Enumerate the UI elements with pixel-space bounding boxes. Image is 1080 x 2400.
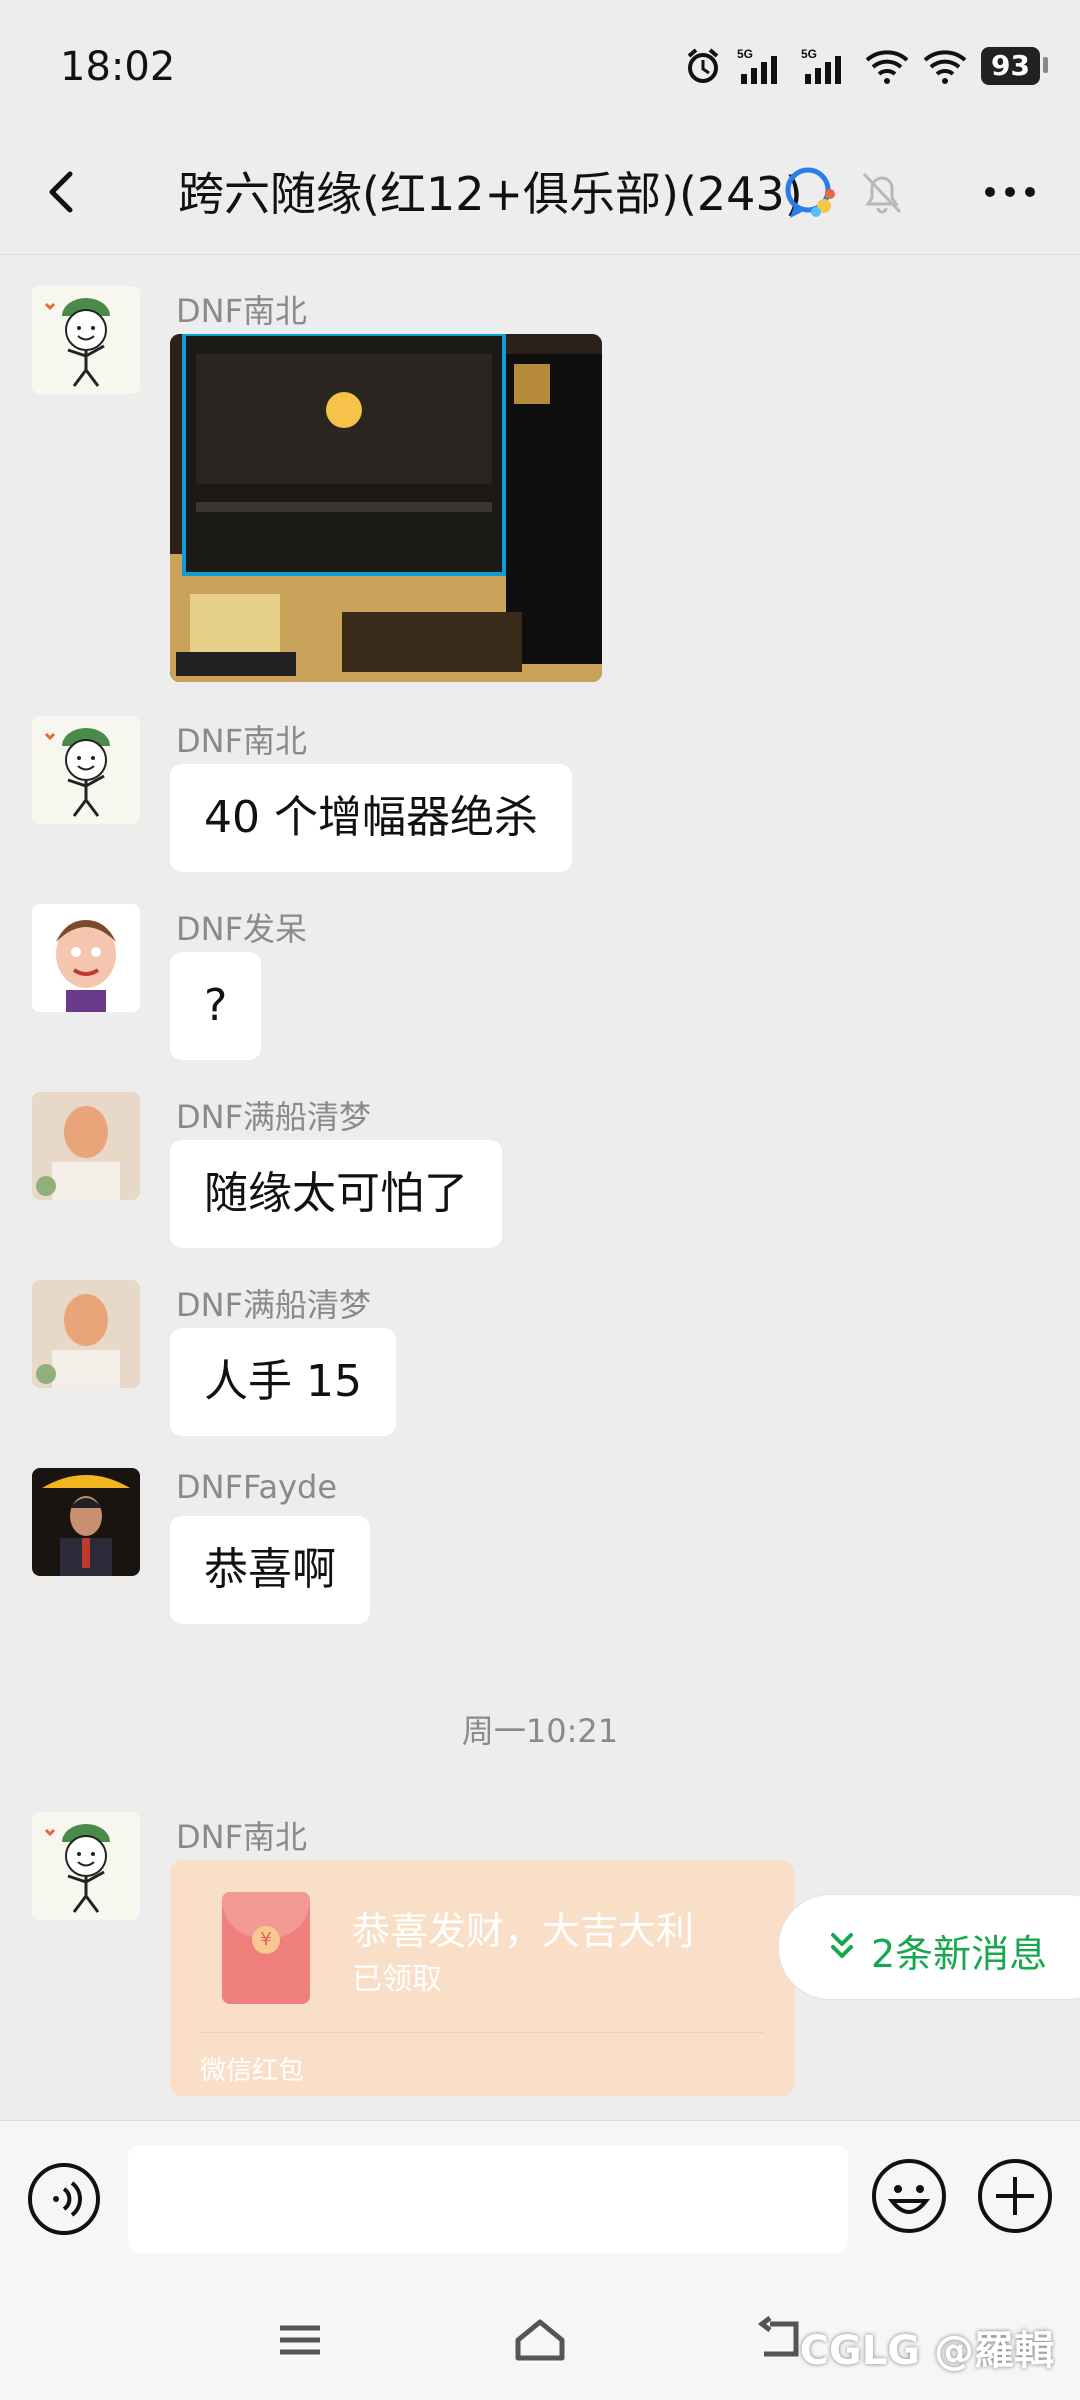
avatar-photo-icon: [32, 1092, 140, 1200]
sender-name: DNF南北: [176, 1818, 307, 1856]
plus-icon[interactable]: [976, 2157, 1054, 2235]
alarm-icon: [687, 48, 719, 83]
sender-name: DNF满船清梦: [176, 1286, 371, 1324]
message-bubble[interactable]: 40 个增幅器绝杀: [170, 764, 572, 872]
voice-input-icon[interactable]: [26, 2161, 102, 2237]
avatar-cartoon-icon: [32, 716, 140, 824]
avatar[interactable]: [32, 1468, 140, 1576]
avatar-photo-icon: [32, 1468, 140, 1576]
message-bubble[interactable]: 人手 15: [170, 1328, 396, 1436]
message-bubble[interactable]: ?: [170, 952, 262, 1060]
avatar-cartoon-icon: [32, 286, 140, 394]
avatar[interactable]: [32, 716, 140, 824]
group-chat-badge-icon[interactable]: [780, 162, 842, 224]
mute-bell-icon: [862, 172, 902, 214]
sender-name: DNFFayde: [176, 1468, 337, 1506]
avatar-cartoon-icon: [32, 1812, 140, 1920]
chat-header: 跨六随缘(红12+俱乐部)(243): [0, 130, 1080, 255]
game-screenshot-image: [170, 334, 602, 682]
watermark: CGLG @羅輯: [799, 2328, 1054, 2374]
red-packet-label: 微信红包: [200, 2056, 305, 2086]
red-packet-message[interactable]: ¥ 恭喜发财，大吉大利 已领取 微信红包: [170, 1860, 794, 2096]
sender-name: DNF南北: [176, 722, 307, 760]
battery-indicator: 93: [981, 47, 1048, 85]
input-bar: [0, 2120, 1080, 2281]
image-message[interactable]: [170, 334, 602, 682]
sender-name: DNF南北: [176, 292, 307, 330]
red-envelope-icon: ¥: [222, 1892, 310, 2004]
signal-5g-icon-2: 5G: [801, 47, 842, 84]
new-messages-button[interactable]: 2条新消息: [778, 1894, 1080, 2000]
wifi-icon: [865, 50, 909, 84]
double-chevron-down-icon: [831, 1933, 853, 1958]
back-arrow-icon[interactable]: [34, 164, 90, 220]
home-icon[interactable]: [510, 2310, 570, 2370]
svg-text:5G: 5G: [737, 47, 753, 61]
message-bubble[interactable]: 随缘太可怕了: [170, 1140, 502, 1248]
coin-icon: ¥: [252, 1926, 280, 1954]
avatar[interactable]: [32, 1812, 140, 1920]
menu-icon[interactable]: [270, 2310, 330, 2370]
new-messages-label: 2条新消息: [871, 1932, 1048, 1976]
more-options-icon[interactable]: [980, 168, 1040, 216]
wifi-icon-2: [923, 50, 967, 84]
avatar[interactable]: [32, 286, 140, 394]
divider: [200, 2032, 764, 2033]
message-bubble[interactable]: 恭喜啊: [170, 1516, 370, 1624]
avatar-photo-icon: [32, 1280, 140, 1388]
avatar[interactable]: [32, 1280, 140, 1388]
signal-5g-icon: 5G: [737, 47, 778, 84]
svg-text:5G: 5G: [801, 47, 817, 61]
avatar[interactable]: [32, 1092, 140, 1200]
status-time: 18:02: [60, 44, 176, 90]
status-bar: 18:02 5G 5G 93: [0, 0, 1080, 130]
message-input[interactable]: [128, 2145, 848, 2253]
avatar-face-icon: [32, 904, 140, 1012]
status-icons: 5G 5G 93: [683, 46, 1048, 86]
avatar[interactable]: [32, 904, 140, 1012]
chat-title: 跨六随缘(红12+俱乐部)(243): [178, 167, 803, 221]
sender-name: DNF发呆: [176, 910, 307, 948]
red-packet-greeting: 恭喜发财，大吉大利: [352, 1909, 695, 1953]
red-packet-status: 已领取: [352, 1962, 442, 1997]
emoji-icon[interactable]: [870, 2157, 948, 2235]
sender-name: DNF满船清梦: [176, 1098, 371, 1136]
chat-timestamp: 周一10:21: [461, 1712, 619, 1750]
